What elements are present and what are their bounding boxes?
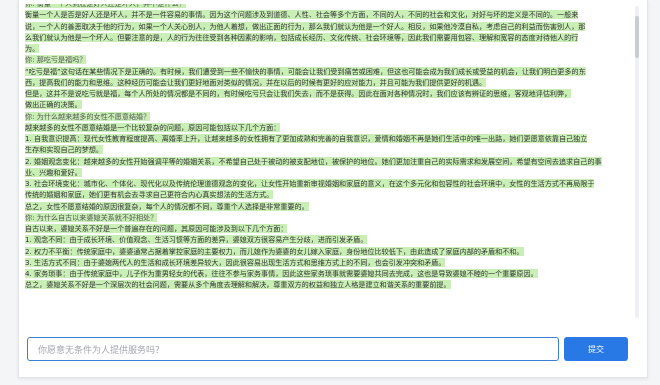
user-message: 你: 那吃亏是福吗？ <box>25 54 625 65</box>
assistant-message-line: 总之，婆媳关系不好是一个深层次的社会问题，需要从多个角度去理解和解决，尊重双方的… <box>25 279 625 290</box>
assistant-message-line: 越来越多的女性不愿意结婚是一个比较复杂的问题，原因可能包括以下几个方面： <box>25 122 625 133</box>
assistant-message-line: 1. 自我意识提高：现代女性教育程度提高、离婚率上升，让越来越多的女性拥有了更加… <box>25 133 625 144</box>
highlighted-text: 3. 社会环境变化：城市化、个体化、现代化以及传统伦理道德观念的变化，让女性开始… <box>25 179 595 188</box>
highlighted-text: 总之，女性不愿意结婚的原因很复杂，每个人的情况都不同，尊重个人选择是非常重要的。 <box>25 201 309 211</box>
highlighted-text: 么我们就认为他是一个坏人。但要注意的是，人的行为往往受到各种因素的影响，包括成长… <box>25 32 579 42</box>
highlighted-text: 2. 婚姻观念变化：越来越多的女性开始强调平等的婚姻关系，不希望自己处于被动的被… <box>25 156 602 166</box>
highlighted-text: 你: 那吃亏是福吗？ <box>25 55 87 65</box>
message-input[interactable] <box>28 340 558 362</box>
assistant-message-line: 自古以来，婆媳关系不好是一个普遍存在的问题，其原因可能涉及到以下几个方面： <box>25 223 625 234</box>
highlighted-text: 衡量一个人是否是好人还是坏人，并不是一件容易的事情。因为这个问题涉及到道德、人性… <box>25 10 579 20</box>
message-composer[interactable] <box>27 337 559 362</box>
assistant-message-line: 总之，女性不愿意结婚的原因很复杂，每个人的情况都不同，尊重个人选择是非常重要的。 <box>25 201 625 212</box>
assistant-message-line: 衡量一个人是否是好人还是坏人，并不是一件容易的事情。因为这个问题涉及到道德、人性… <box>25 9 625 20</box>
assistant-message-line: 业、兴趣和爱好。 <box>25 167 625 178</box>
assistant-message-line: 但是，这并不是说吃亏就是福，每个人所处的情况都是不同的，有时候吃亏只会让我们失去… <box>25 88 625 99</box>
submit-button[interactable]: 提交 <box>564 337 628 361</box>
assistant-message-line: 生存和实现自己的梦想。 <box>25 144 625 155</box>
highlighted-text: 生存和实现自己的梦想。 <box>25 145 104 155</box>
user-message: 你: 为什么越来越多的女性不愿意结婚？ <box>25 111 625 122</box>
highlighted-text: 你: 衡量一个人到底是好人还是坏人，并不是什么？ <box>25 4 186 8</box>
chat-history: 你: 衡量一个人到底是好人还是坏人，并不是什么？ 衡量一个人是否是好人还是坏人，并… <box>25 4 625 322</box>
assistant-message-line: 西，提高我们的能力和思维。这种经历可能会让我们更好地面对类似的情况，并在以后的时… <box>25 77 625 88</box>
highlighted-text: 你: 为什么自古以来婆媳关系就不好相处？ <box>25 212 158 222</box>
highlighted-text: 传统的婚姻和家庭，她们更有机会去寻求自己更符合内心真实想法的生活方式。 <box>25 190 274 200</box>
scrollbar[interactable] <box>635 6 639 318</box>
assistant-message-line: 3. 社会环境变化：城市化、个体化、现代化以及传统伦理道德观念的变化，让女性开始… <box>25 178 625 189</box>
highlighted-text: 西，提高我们的能力和思维。这种经历可能会让我们更好地面对类似的情况，并在以后的时… <box>25 77 487 87</box>
highlighted-text: 自古以来，婆媳关系不好是一个普遍存在的问题，其原因可能涉及到以下几个方面： <box>25 224 288 233</box>
highlighted-text: 你: 为什么越来越多的女性不愿意结婚？ <box>25 111 151 121</box>
highlighted-text: 3. 生活方式不同：由于婆媳两代人的生活和成长环境差异较大，因此很容易出现生活方… <box>25 257 446 267</box>
assistant-message-line: 做出正确的决策。 <box>25 99 625 110</box>
assistant-message-line: 说，一个人的善恶取决于他的行为，如果一个人关心别人，为他人着想，做出正面的行为，… <box>25 21 625 32</box>
highlighted-text: 说，一个人的善恶取决于他的行为，如果一个人关心别人，为他人着想，做出正面的行为，… <box>25 21 586 31</box>
highlighted-text: 1. 自我意识提高：现代女性教育程度提高、离婚率上升，让越来越多的女性拥有了更加… <box>25 134 588 143</box>
highlighted-text: 总之，婆媳关系不好是一个深层次的社会问题，需要从多个角度去理解和解决，尊重双方的… <box>25 280 451 290</box>
assistant-message-line: 2. 婚姻观念变化：越来越多的女性开始强调平等的婚姻关系，不希望自己处于被动的被… <box>25 156 625 167</box>
assistant-message-line: 3. 生活方式不同：由于婆媳两代人的生活和成长环境差异较大，因此很容易出现生活方… <box>25 257 625 268</box>
scrollbar-thumb[interactable] <box>635 16 639 58</box>
assistant-message-line: 为。 <box>25 43 625 54</box>
highlighted-text: 4. 家务琐事：由于传统家庭中，儿子作为重男轻女的代表，往往不参与家务事情，因此… <box>25 269 538 278</box>
user-message: 你: 为什么自古以来婆媳关系就不好相处？ <box>25 212 625 223</box>
assistant-message-line: 4. 家务琐事：由于传统家庭中，儿子作为重男轻女的代表，往往不参与家务事情，因此… <box>25 268 625 279</box>
assistant-message-line: 2. 权力不平衡：传统家庭中，婆婆通常占据着掌控家庭的主要权力，而儿媳作为婆婆的… <box>25 246 625 257</box>
assistant-message-line: 么我们就认为他是一个坏人。但要注意的是，人的行为往往受到各种因素的影响，包括成长… <box>25 32 625 43</box>
highlighted-text: 1. 观念不同：由于成长环境、价值观念、生活习惯等方面的差异，婆媳双方很容易产生… <box>25 235 368 245</box>
assistant-message-line: 1. 观念不同：由于成长环境、价值观念、生活习惯等方面的差异，婆媳双方很容易产生… <box>25 234 625 245</box>
highlighted-text: 做出正确的决策。 <box>25 100 82 110</box>
chat-window: 你: 衡量一个人到底是好人还是坏人，并不是什么？ 衡量一个人是否是好人还是坏人，并… <box>18 0 648 378</box>
highlighted-text: “吃亏是福”这句话在某些情况下是正确的。有时候，我们遭受到一些不愉快的事情，可能… <box>25 66 586 76</box>
assistant-message-line: “吃亏是福”这句话在某些情况下是正确的。有时候，我们遭受到一些不愉快的事情，可能… <box>25 66 625 77</box>
highlighted-text: 越来越多的女性不愿意结婚是一个比较复杂的问题，原因可能包括以下几个方面： <box>25 122 281 132</box>
highlighted-text: 2. 权力不平衡：传统家庭中，婆婆通常占据着掌控家庭的主要权力，而儿媳作为婆婆的… <box>25 246 524 256</box>
highlighted-text: 为。 <box>25 44 40 53</box>
highlighted-text: 但是，这并不是说吃亏就是福，每个人所处的情况都是不同的，有时候吃亏只会让我们失去… <box>25 89 572 98</box>
highlighted-text: 业、兴趣和爱好。 <box>25 167 82 177</box>
assistant-message-line: 传统的婚姻和家庭，她们更有机会去寻求自己更符合内心真实想法的生活方式。 <box>25 189 625 200</box>
